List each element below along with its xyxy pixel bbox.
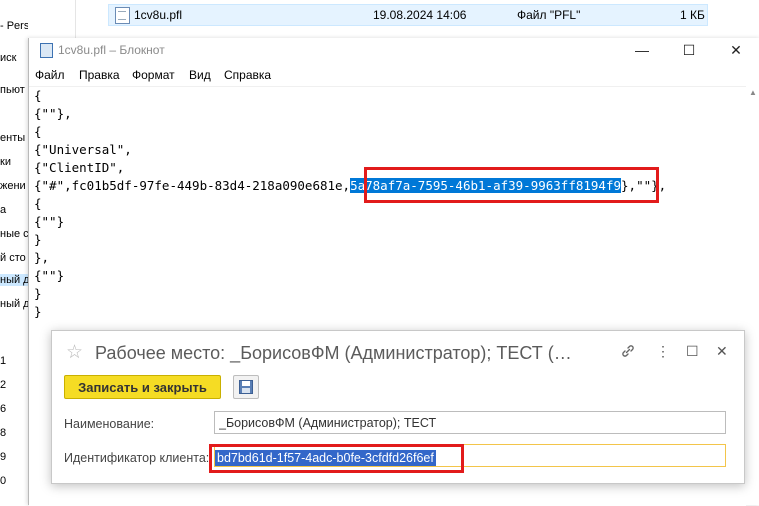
file-modified: 19.08.2024 14:06 bbox=[373, 8, 467, 22]
text-line: { bbox=[34, 88, 42, 103]
file-name: 1cv8u.pfl bbox=[134, 8, 183, 22]
text-line-suffix: },""}, bbox=[621, 178, 667, 193]
nav-item[interactable]: ный д bbox=[0, 298, 28, 310]
text-line: {"ClientID", bbox=[34, 160, 125, 175]
text-line: {""} bbox=[34, 268, 65, 283]
maximize-button[interactable]: ☐ bbox=[666, 38, 712, 63]
workplace-dialog: ☆ Рабочее место: _БорисовФМ (Администрат… bbox=[51, 330, 745, 484]
dialog-title: Рабочее место: _БорисовФМ (Администратор… bbox=[95, 343, 572, 363]
text-line: }, bbox=[34, 250, 50, 265]
name-label: Наименование: bbox=[64, 417, 155, 431]
save-and-close-button[interactable]: Записать и закрыть bbox=[64, 375, 221, 399]
nav-number: 8 bbox=[0, 427, 7, 439]
nav-item[interactable]: жени bbox=[0, 180, 26, 192]
nav-item[interactable]: енты bbox=[0, 132, 25, 144]
text-line-prefix: {"#",fc01b5df-97fe-449b-83d4-218a090e681… bbox=[34, 178, 351, 193]
save-button[interactable] bbox=[233, 375, 259, 399]
menu-bar: Файл Правка Формат Вид Справка bbox=[29, 65, 759, 86]
close-button[interactable]: ✕ bbox=[713, 38, 759, 63]
scroll-up-icon[interactable]: ▲ bbox=[749, 88, 757, 97]
menu-help[interactable]: Справка bbox=[224, 68, 271, 82]
file-size: 1 КБ bbox=[680, 8, 705, 22]
text-line-selected: {"#",fc01b5df-97fe-449b-83d4-218a090e681… bbox=[34, 177, 666, 195]
nav-number: 9 bbox=[0, 451, 7, 463]
file-row[interactable]: 1cv8u.pfl 19.08.2024 14:06 Файл "PFL" 1 … bbox=[108, 4, 708, 26]
nav-item[interactable]: иск bbox=[0, 52, 16, 64]
minimize-button[interactable]: — bbox=[619, 38, 665, 63]
name-field[interactable] bbox=[214, 411, 726, 434]
file-type: Файл "PFL" bbox=[517, 8, 581, 22]
notepad-icon bbox=[40, 43, 53, 58]
link-icon[interactable] bbox=[620, 343, 636, 362]
nav-number: 6 bbox=[0, 403, 7, 415]
menu-edit[interactable]: Правка bbox=[79, 68, 120, 82]
close-icon[interactable]: ✕ bbox=[716, 343, 728, 360]
nav-number: 0 bbox=[0, 475, 7, 487]
nav-item[interactable]: ные с bbox=[0, 228, 28, 240]
client-id-value: bd7bd61d-1f57-4adc-b0fe-3cfdfd26f6ef bbox=[215, 450, 436, 466]
explorer-nav-pane: - Personal иск пьют енты ки жени а ные с… bbox=[0, 0, 28, 505]
nav-item[interactable]: ки bbox=[0, 156, 11, 168]
more-icon[interactable]: ⋮ bbox=[656, 343, 670, 360]
text-line: {""}, bbox=[34, 106, 72, 121]
text-line: { bbox=[34, 196, 42, 211]
menu-file[interactable]: Файл bbox=[35, 68, 65, 82]
nav-number: 2 bbox=[0, 379, 7, 391]
file-icon bbox=[115, 7, 130, 24]
selected-client-id: 5a78af7a-7595-46b1-af39-9963ff8194f9 bbox=[350, 178, 622, 193]
nav-item-selected[interactable]: ный д bbox=[0, 274, 28, 286]
maximize-icon[interactable]: ☐ bbox=[686, 343, 699, 360]
window-title: 1cv8u.pfl – Блокнот bbox=[58, 43, 165, 57]
nav-item[interactable]: й сто bbox=[0, 252, 26, 264]
text-line: {"Universal", bbox=[34, 142, 132, 157]
text-line: } bbox=[34, 286, 42, 301]
nav-item[interactable]: а bbox=[0, 204, 6, 216]
notepad-titlebar[interactable]: 1cv8u.pfl – Блокнот — ☐ ✕ bbox=[29, 38, 759, 63]
nav-number: 1 bbox=[0, 355, 7, 367]
text-line: } bbox=[34, 232, 42, 247]
floppy-icon bbox=[239, 380, 253, 394]
star-icon[interactable]: ☆ bbox=[66, 341, 83, 364]
text-line: { bbox=[34, 124, 42, 139]
nav-item[interactable]: - Personal bbox=[0, 20, 28, 32]
menu-view[interactable]: Вид bbox=[189, 68, 211, 82]
vertical-scrollbar[interactable]: ▲ bbox=[746, 86, 759, 505]
text-line: } bbox=[34, 304, 42, 319]
client-id-label: Идентификатор клиента: bbox=[64, 451, 210, 465]
nav-item[interactable]: пьют bbox=[0, 84, 25, 96]
text-line: {""} bbox=[34, 214, 65, 229]
menu-format[interactable]: Формат bbox=[132, 68, 175, 82]
